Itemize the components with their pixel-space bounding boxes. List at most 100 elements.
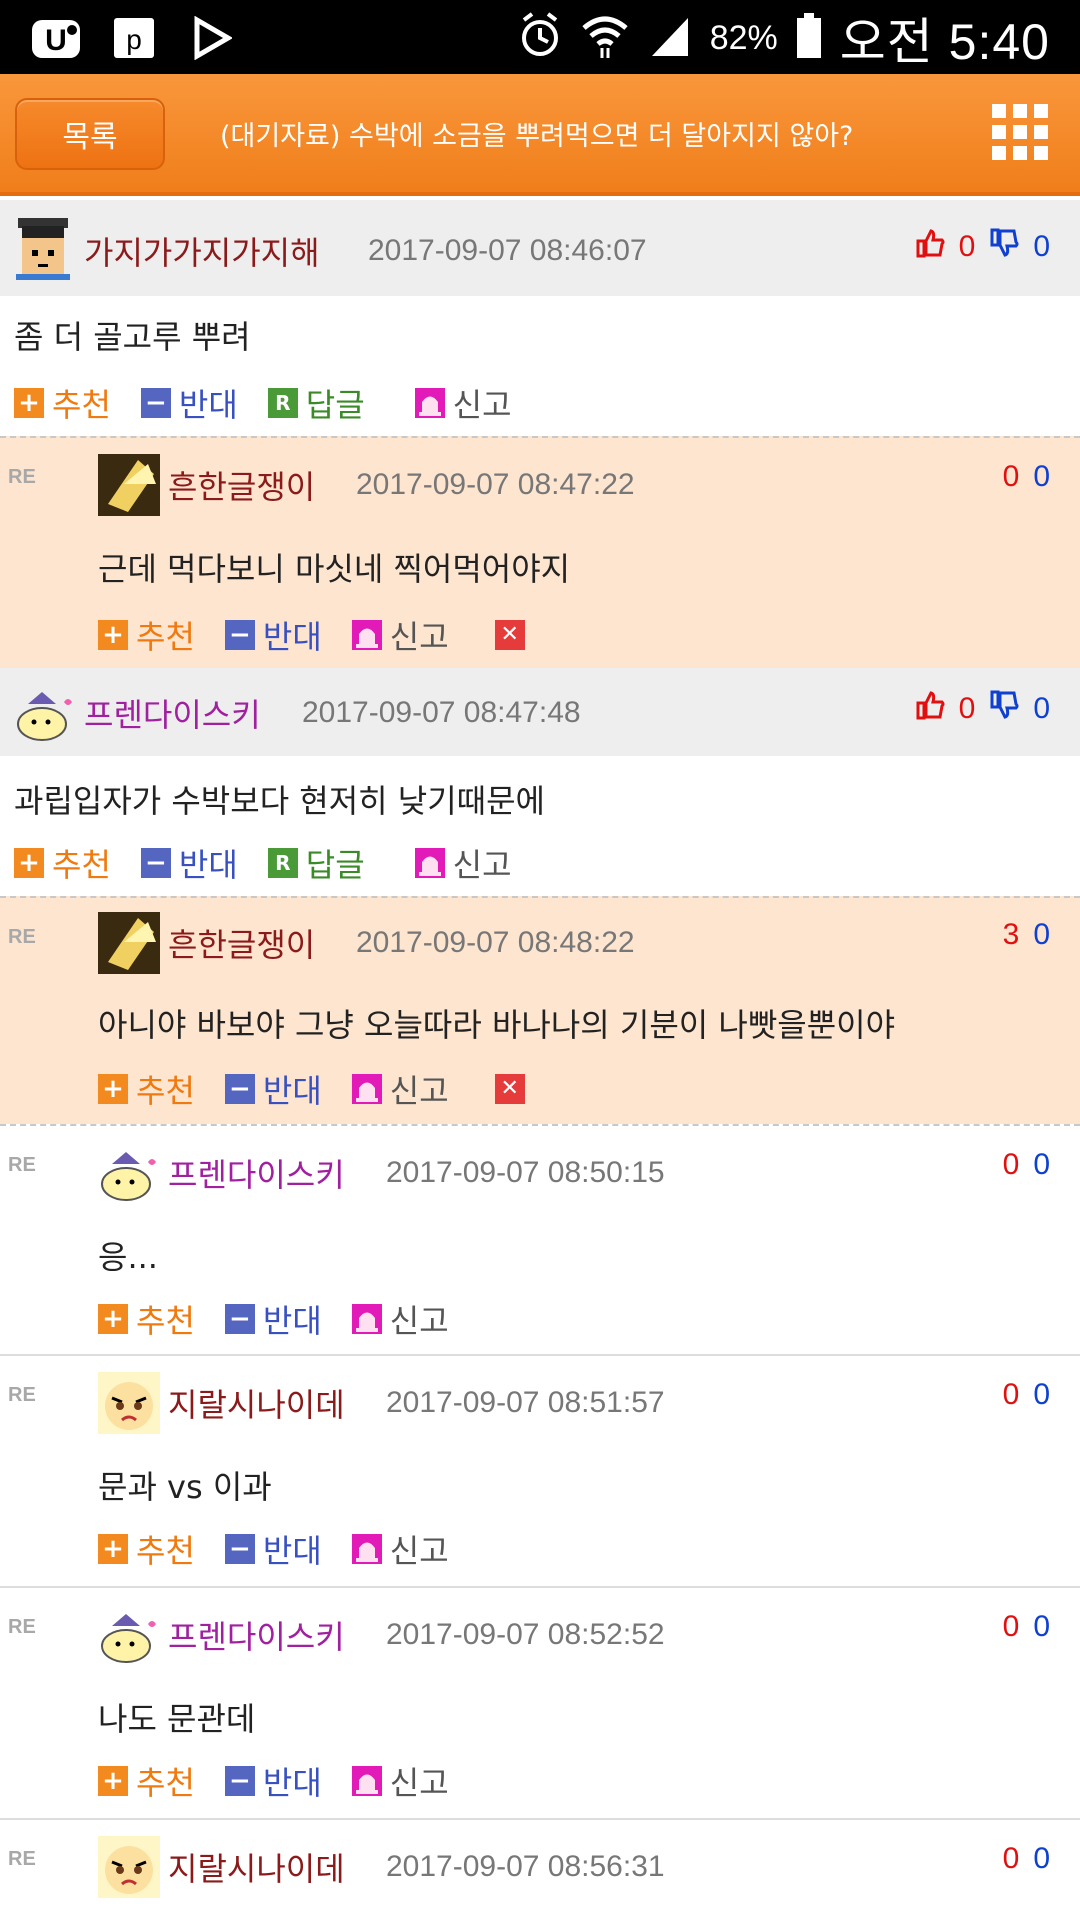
siren-icon [414, 848, 445, 878]
comment-text: 아니야 바보야 그냥 오늘따라 바나나의 기분이 나빳을뿐이야 [98, 1006, 896, 1044]
comment-nick[interactable]: 지랄시나이데 [168, 1380, 345, 1426]
comment-actions: + 추천 − 반대 신고 [98, 1758, 479, 1804]
reply-item: RE 지랄시나이데 2017-09-07 08:56:31 0 0 [0, 1818, 1080, 1918]
delete-button[interactable]: ✕ [494, 1074, 533, 1104]
recommend-button[interactable]: + 추천 [14, 380, 111, 426]
battery-icon [796, 13, 822, 63]
recommend-button[interactable]: + 추천 [98, 612, 195, 658]
siren-icon [351, 1304, 382, 1334]
oppose-button[interactable]: − 반대 [140, 840, 238, 886]
comment-text: 좀 더 골고루 뿌려 [14, 318, 251, 356]
avatar [98, 454, 160, 516]
avatar [98, 1604, 160, 1666]
re-marker: RE [8, 1384, 36, 1406]
svg-text:p: p [126, 24, 142, 55]
siren-icon [351, 620, 382, 650]
plus-icon: + [98, 1534, 128, 1564]
grid-menu-icon[interactable] [992, 104, 1048, 160]
upvote-count: 3 [1002, 918, 1020, 951]
recommend-button[interactable]: + 추천 [98, 1758, 195, 1804]
comment-actions: + 추천 − 반대 신고 ✕ [98, 612, 563, 658]
oppose-button[interactable]: − 반대 [224, 1758, 322, 1804]
oppose-button[interactable]: − 반대 [224, 1296, 322, 1342]
upvote-count: 0 [1002, 1610, 1020, 1643]
siren-icon [351, 1074, 382, 1104]
upvote-count: 0 [1002, 460, 1020, 493]
downvote-count: 0 [1033, 692, 1050, 725]
clock: 오전 5:40 [839, 14, 1050, 70]
avatar [98, 1142, 160, 1204]
reply-icon: R [267, 388, 298, 418]
reply-item: RE 프렌다이스키 2017-09-07 08:50:15 0 0 응... +… [0, 1124, 1080, 1354]
comment-actions: + 추천 − 반대 R 답글 신고 [14, 840, 542, 886]
comment-date: 2017-09-07 08:47:48 [302, 696, 581, 729]
vote-counts: 0 0 [1003, 1842, 1050, 1876]
comment-nick[interactable]: 프렌다이스키 [84, 690, 261, 736]
report-button[interactable]: 신고 [414, 840, 512, 886]
oppose-button[interactable]: − 반대 [224, 1066, 322, 1112]
report-button[interactable]: 신고 [351, 612, 449, 658]
recommend-button[interactable]: + 추천 [98, 1526, 195, 1572]
uplus-icon: U [30, 12, 82, 64]
comment-text: 문과 vs 이과 [98, 1468, 272, 1506]
comment-date: 2017-09-07 08:51:57 [386, 1386, 665, 1419]
reply-button[interactable]: R 답글 [267, 380, 365, 426]
comment-date: 2017-09-07 08:46:07 [368, 234, 647, 267]
thumbs-down-icon [989, 228, 1019, 266]
downvote-count: 0 [1033, 1148, 1050, 1181]
upvote-count: 0 [1002, 1378, 1020, 1411]
recommend-button[interactable]: + 추천 [98, 1296, 195, 1342]
downvote-count: 0 [1033, 1842, 1050, 1875]
signal-icon [648, 14, 692, 62]
comment-nick[interactable]: 프렌다이스키 [168, 1150, 345, 1196]
reply-button[interactable]: R 답글 [267, 840, 365, 886]
minus-icon: − [140, 848, 171, 878]
wifi-icon [580, 12, 630, 64]
report-button[interactable]: 신고 [351, 1526, 449, 1572]
report-button[interactable]: 신고 [351, 1066, 449, 1112]
plus-icon: + [98, 620, 128, 650]
downvote-count: 0 [1033, 460, 1050, 493]
comment-text: 응... [98, 1238, 158, 1276]
upvote-count: 0 [1002, 1148, 1020, 1181]
svg-text:U: U [45, 24, 67, 57]
recommend-button[interactable]: + 추천 [98, 1066, 195, 1112]
reply-item: RE 지랄시나이데 2017-09-07 08:51:57 0 0 문과 vs … [0, 1354, 1080, 1586]
re-marker: RE [8, 1848, 36, 1870]
close-icon: ✕ [494, 1074, 525, 1104]
comment-nick[interactable]: 흔한글쟁이 [168, 462, 315, 508]
thumbs-down-icon [989, 690, 1019, 728]
comment-actions: + 추천 − 반대 신고 [98, 1526, 479, 1572]
comment-nick[interactable]: 가지가가지가지해 [84, 228, 320, 274]
report-button[interactable]: 신고 [351, 1296, 449, 1342]
minus-icon: − [140, 388, 171, 418]
recommend-button[interactable]: + 추천 [14, 840, 111, 886]
comment-date: 2017-09-07 08:48:22 [356, 926, 635, 959]
comment-date: 2017-09-07 08:52:52 [386, 1618, 665, 1651]
minus-icon: − [224, 1074, 255, 1104]
list-button[interactable]: 목록 [15, 98, 165, 170]
siren-icon [351, 1766, 382, 1796]
downvote-count: 0 [1033, 918, 1050, 951]
comment-date: 2017-09-07 08:50:15 [386, 1156, 665, 1189]
reply-icon: R [267, 848, 298, 878]
vote-counts: 3 0 [1003, 918, 1050, 952]
report-button[interactable]: 신고 [414, 380, 512, 426]
play-store-icon [186, 12, 238, 64]
oppose-button[interactable]: − 반대 [140, 380, 238, 426]
comment-nick[interactable]: 지랄시나이데 [168, 1844, 345, 1890]
oppose-button[interactable]: − 반대 [224, 1526, 322, 1572]
delete-button[interactable]: ✕ [494, 620, 533, 650]
report-button[interactable]: 신고 [351, 1758, 449, 1804]
minus-icon: − [224, 620, 255, 650]
plus-icon: + [14, 388, 44, 418]
comment-nick[interactable]: 흔한글쟁이 [168, 920, 315, 966]
comment-nick[interactable]: 프렌다이스키 [168, 1612, 345, 1658]
app-p-icon: p [108, 12, 160, 64]
comment-date: 2017-09-07 08:47:22 [356, 468, 635, 501]
siren-icon [351, 1534, 382, 1564]
oppose-button[interactable]: − 반대 [224, 612, 322, 658]
battery-percent: 82% [709, 18, 778, 57]
vote-counts: 0 0 [1003, 1378, 1050, 1412]
comment-list: 가지가가지가지해 2017-09-07 08:46:07 0 0 좀 더 골고루… [0, 200, 1080, 1918]
